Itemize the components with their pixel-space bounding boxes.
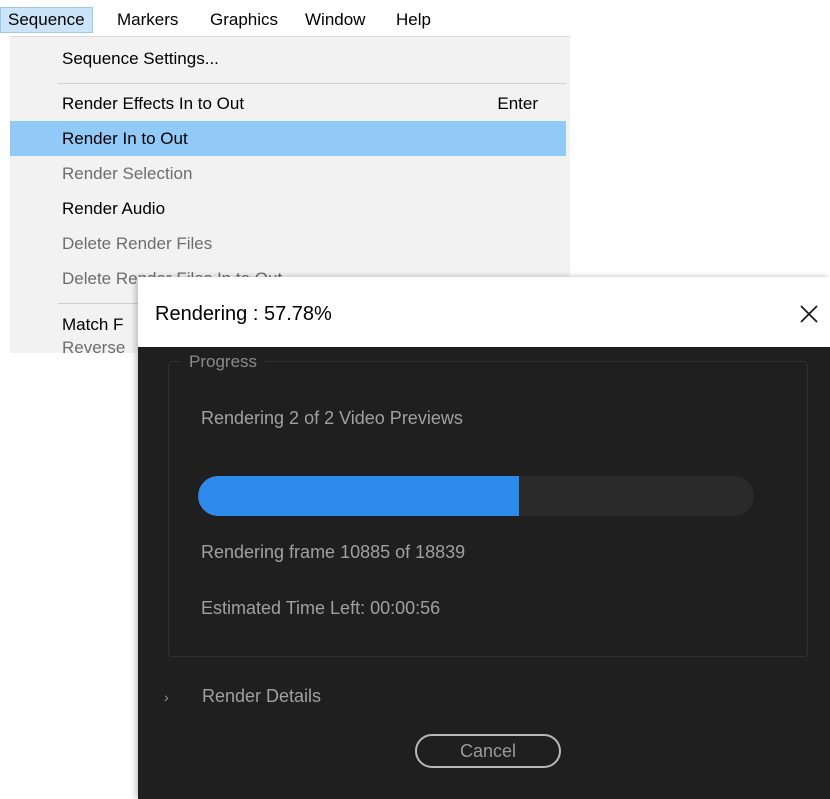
- menu-help[interactable]: Help: [389, 7, 438, 33]
- menu-item-render-audio[interactable]: Render Audio: [10, 191, 566, 226]
- menu-item-label: Render Audio: [62, 199, 166, 218]
- menu-markers[interactable]: Markers: [110, 7, 185, 33]
- progress-group: Progress Rendering 2 of 2 Video Previews…: [168, 352, 808, 657]
- menu-item-render-selection[interactable]: Render Selection: [10, 156, 566, 191]
- menu-item-label: Reverse: [62, 338, 126, 357]
- frame-status-text: Rendering frame 10885 of 18839: [201, 542, 466, 562]
- menu-item-sequence-settings[interactable]: Sequence Settings...: [10, 41, 566, 76]
- render-status-text: Rendering 2 of 2 Video Previews: [201, 408, 463, 428]
- chevron-right-icon: ›: [164, 689, 169, 705]
- menu-item-label: Delete Render Files: [62, 234, 213, 253]
- dialog-titlebar: Rendering : 57.78%: [138, 277, 830, 347]
- time-left-text: Estimated Time Left: 00:00:56: [201, 598, 441, 618]
- menu-sequence[interactable]: Sequence: [0, 7, 93, 33]
- menu-graphics[interactable]: Graphics: [203, 7, 285, 33]
- render-details-toggle[interactable]: › Render Details: [164, 681, 321, 711]
- menu-separator: [58, 83, 566, 84]
- progress-group-label: Progress: [181, 352, 266, 372]
- cancel-button[interactable]: Cancel: [415, 734, 561, 768]
- progress-bar: [198, 476, 754, 516]
- menu-item-label: Render Selection: [62, 164, 193, 183]
- menu-window[interactable]: Window: [298, 7, 372, 33]
- dialog-title: Rendering : 57.78%: [155, 303, 332, 325]
- menu-bar: Sequence Markers Graphics Window Help: [0, 0, 830, 37]
- progress-bar-fill: [198, 476, 520, 516]
- menu-item-label: Render In to Out: [62, 129, 188, 148]
- menu-item-label: Render Effects In to Out: [62, 94, 245, 113]
- close-button[interactable]: [794, 299, 824, 329]
- close-icon: [800, 305, 818, 323]
- menu-item-render-effects-in-to-out[interactable]: Render Effects In to Out Enter: [10, 86, 566, 121]
- menu-item-render-in-to-out[interactable]: Render In to Out: [10, 121, 566, 156]
- rendering-dialog: Rendering : 57.78% Progress Rendering 2 …: [138, 277, 830, 799]
- menu-item-delete-render-files[interactable]: Delete Render Files: [10, 226, 566, 261]
- render-details-label: Render Details: [202, 686, 322, 706]
- menu-item-label: Sequence Settings...: [62, 49, 219, 68]
- menu-item-shortcut: Enter: [497, 94, 538, 113]
